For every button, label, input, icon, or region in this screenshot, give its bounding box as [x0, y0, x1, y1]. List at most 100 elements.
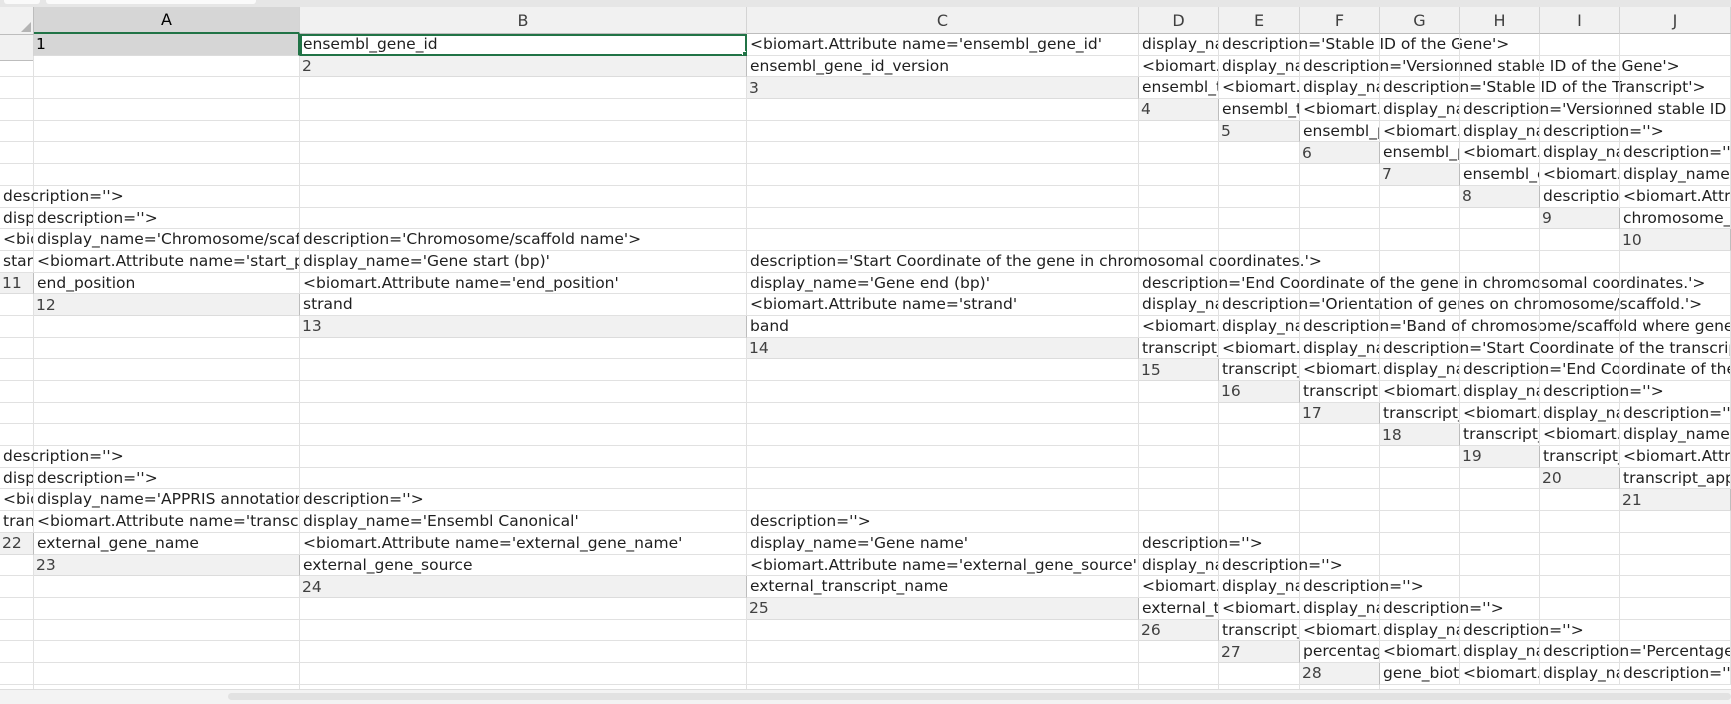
cell-a24[interactable]: external_transcript_name — [747, 576, 1139, 598]
cell-empty[interactable] — [1139, 489, 1219, 512]
cell-b7[interactable]: <biomart.Attribute name='ensembl_exon_id… — [1540, 164, 1620, 186]
cell-empty[interactable] — [1540, 511, 1620, 533]
cell-empty[interactable] — [1300, 446, 1380, 468]
cell-b21[interactable]: <biomart.Attribute name='transcript_is_c… — [34, 511, 300, 533]
cell-empty[interactable] — [34, 641, 300, 663]
cell-empty[interactable] — [34, 619, 300, 642]
cell-empty[interactable] — [1620, 55, 1731, 78]
cell-empty[interactable] — [34, 337, 300, 360]
cell-empty[interactable] — [1139, 229, 1219, 251]
cell-d4[interactable]: description='Versionned stable ID of the… — [1460, 99, 1731, 121]
cell-a25[interactable]: external_transcript_source_name — [1139, 597, 1219, 620]
cell-empty[interactable] — [1380, 294, 1460, 316]
cell-b17[interactable]: <biomart.Attribute name='transcript_leng… — [1460, 402, 1540, 425]
cell-empty[interactable] — [34, 164, 300, 186]
cell-c10[interactable]: display_name='Gene start (bp)' — [300, 250, 747, 273]
cell-empty[interactable] — [1139, 662, 1219, 685]
row-header-27[interactable]: 27 — [1219, 641, 1300, 663]
cell-empty[interactable] — [1380, 489, 1460, 512]
cell-d27[interactable]: description='Percentage gene GC content'… — [1540, 641, 1731, 663]
cell-c28[interactable]: display_name='Gene type' — [1540, 662, 1620, 685]
cell-empty[interactable] — [0, 120, 34, 143]
row-header-24[interactable]: 24 — [300, 576, 747, 598]
column-header-d[interactable]: D — [1139, 7, 1219, 34]
cell-a14[interactable]: transcript_start — [1139, 337, 1219, 360]
cell-empty[interactable] — [1300, 532, 1380, 555]
row-header-16[interactable]: 16 — [1219, 381, 1300, 403]
column-header-a[interactable]: A — [34, 7, 300, 34]
cell-empty[interactable] — [1460, 315, 1540, 338]
cell-empty[interactable] — [1300, 272, 1380, 295]
cell-a27[interactable]: percentage_gene_gc_content — [1300, 641, 1380, 663]
cell-empty[interactable] — [300, 402, 747, 425]
row-header-12[interactable]: 12 — [34, 294, 300, 316]
cell-d1[interactable]: description='Stable ID of the Gene'> — [1219, 34, 1509, 56]
cell-b23[interactable]: <biomart.Attribute name='external_gene_s… — [747, 554, 1139, 577]
cell-d8[interactable]: description=''> — [34, 207, 300, 230]
cell-c19[interactable]: display_name='GENCODE basic annotation' — [0, 467, 34, 490]
cell-empty[interactable] — [1139, 164, 1219, 186]
cell-b6[interactable]: <biomart.Attribute name='ensembl_peptide… — [1460, 142, 1540, 165]
cell-c21[interactable]: display_name='Ensembl Canonical' — [300, 511, 747, 533]
cell-a12[interactable]: strand — [300, 294, 747, 316]
cell-d7[interactable]: description=''> — [0, 185, 124, 208]
cell-b15[interactable]: <biomart.Attribute name='transcript_end' — [1300, 359, 1380, 381]
cell-d16[interactable]: description=''> — [1540, 381, 1664, 403]
cell-c7[interactable]: display_name='Exon stable ID' — [1620, 164, 1731, 186]
cell-empty[interactable] — [0, 619, 34, 642]
cell-b1[interactable]: <biomart.Attribute name='ensembl_gene_id… — [747, 34, 1139, 56]
cell-empty[interactable] — [34, 381, 300, 403]
cell-b27[interactable]: <biomart.Attribute name='percentage_gene… — [1380, 641, 1460, 663]
row-header-3[interactable]: 3 — [747, 77, 1139, 100]
cell-d10[interactable]: description='Start Coordinate of the gen… — [747, 250, 1322, 273]
cell-empty[interactable] — [34, 77, 300, 100]
cell-b24[interactable]: <biomart.Attribute name='external_transc… — [1139, 576, 1219, 598]
cell-d25[interactable]: description=''> — [1380, 597, 1504, 620]
cell-c1[interactable]: display_name='Gene stable ID' — [1139, 34, 1219, 56]
row-header-2[interactable]: 2 — [300, 55, 747, 78]
row-header-21[interactable]: 21 — [1620, 489, 1731, 512]
cell-empty[interactable] — [747, 489, 1139, 512]
cell-b14[interactable]: <biomart.Attribute name='transcript_star… — [1219, 337, 1300, 360]
cell-empty[interactable] — [1620, 337, 1731, 360]
cell-d13[interactable]: description='Band of chromosome/scaffold… — [1300, 315, 1731, 338]
cell-empty[interactable] — [0, 337, 34, 360]
cell-b12[interactable]: <biomart.Attribute name='strand' — [747, 294, 1139, 316]
cell-b26[interactable]: <biomart.Attribute name='transcript_coun… — [1300, 619, 1380, 642]
cell-empty[interactable] — [1540, 554, 1620, 577]
cell-c5[interactable]: display_name='Protein stable ID' — [1460, 120, 1540, 143]
cell-d21[interactable]: description=''> — [747, 511, 1139, 533]
cell-c9[interactable]: display_name='Chromosome/scaffold name' — [34, 229, 300, 251]
cell-empty[interactable] — [1620, 619, 1731, 642]
cell-a28[interactable]: gene_biotype — [1380, 662, 1460, 685]
cell-c24[interactable]: display_name='Transcript name' — [1219, 576, 1300, 598]
cell-d17[interactable]: description=''> — [1620, 402, 1731, 425]
cell-empty[interactable] — [0, 55, 34, 78]
cell-empty[interactable] — [1620, 359, 1731, 381]
cell-empty[interactable] — [1460, 576, 1540, 598]
cell-empty[interactable] — [1219, 467, 1300, 490]
cell-empty[interactable] — [747, 641, 1139, 663]
cell-empty[interactable] — [34, 359, 300, 381]
cell-empty[interactable] — [1540, 359, 1620, 381]
cell-d15[interactable]: description='End Coordinate of the gene … — [1460, 359, 1731, 381]
cell-d3[interactable]: description='Stable ID of the Transcript… — [1380, 77, 1705, 100]
cell-empty[interactable] — [1620, 120, 1731, 143]
cell-empty[interactable] — [1620, 294, 1731, 316]
cell-empty[interactable] — [0, 662, 34, 685]
cell-empty[interactable] — [1540, 99, 1620, 121]
cell-empty[interactable] — [1460, 55, 1540, 78]
cell-empty[interactable] — [1139, 250, 1219, 273]
cell-a11[interactable]: end_position — [34, 272, 300, 295]
cell-empty[interactable] — [1540, 294, 1620, 316]
cell-empty[interactable] — [1380, 55, 1460, 78]
column-header-h[interactable]: H — [1460, 7, 1540, 34]
cell-empty[interactable] — [0, 99, 34, 121]
cell-b2[interactable]: <biomart.Attribute name='ensembl_gene_id… — [1139, 55, 1219, 78]
cell-c18[interactable]: display_name='Transcript support level (… — [1620, 424, 1731, 447]
cell-empty[interactable] — [1460, 337, 1540, 360]
cell-empty[interactable] — [1300, 467, 1380, 490]
cell-empty[interactable] — [1300, 229, 1380, 251]
cell-b20[interactable]: <biomart.Attribute name='transcript_appr… — [0, 489, 34, 512]
cell-empty[interactable] — [1460, 511, 1540, 533]
